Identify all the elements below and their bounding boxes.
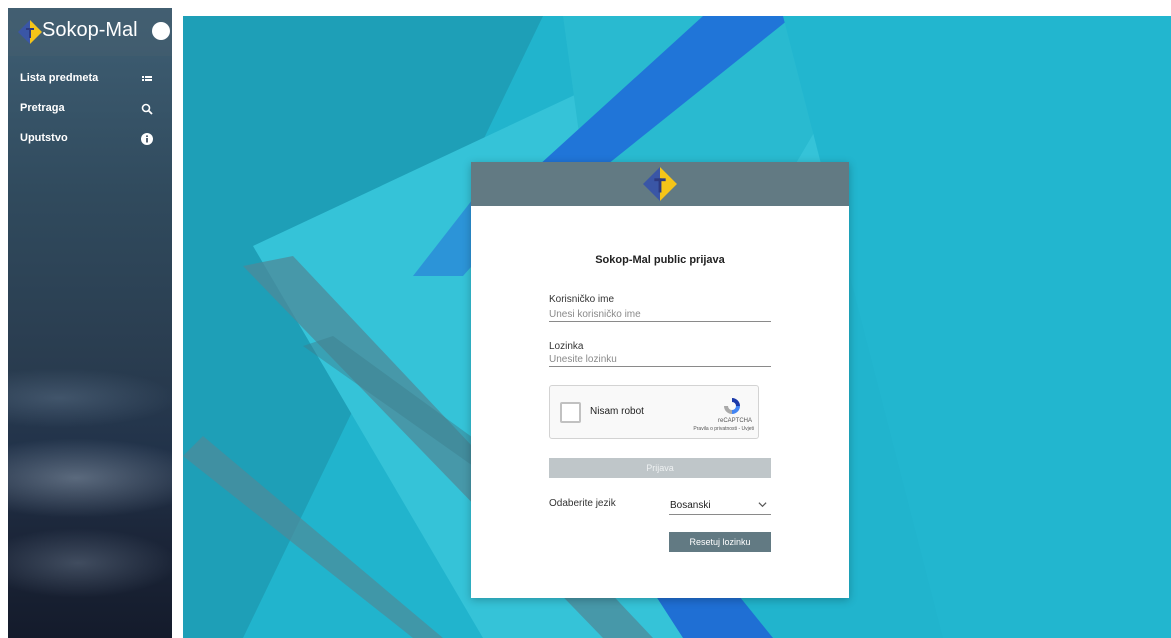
recaptcha-checkbox[interactable] xyxy=(560,402,581,423)
language-select[interactable]: Bosanski xyxy=(669,496,771,515)
sidebar-bg-highlight xyxy=(8,438,172,518)
sidebar-item-label: Pretraga xyxy=(20,102,65,114)
sidebar-item-pretraga[interactable]: Pretraga xyxy=(8,94,172,124)
info-icon xyxy=(141,133,153,145)
brand-name[interactable]: Sokop-Mal xyxy=(42,19,138,42)
sidebar-item-lista-predmeta[interactable]: Lista predmeta xyxy=(8,64,172,94)
language-label: Odaberite jezik xyxy=(549,498,616,509)
sidebar-bg-highlight xyxy=(8,528,172,598)
password-label: Lozinka xyxy=(549,341,584,352)
recaptcha-widget: Nisam robot reCAPTCHA Pravila o privatno… xyxy=(549,385,759,439)
recaptcha-links[interactable]: Pravila o privatnosti - Uvjeti xyxy=(670,426,754,432)
username-label: Korisničko ime xyxy=(549,294,615,305)
list-icon xyxy=(142,76,152,81)
search-icon xyxy=(141,103,153,115)
toggle-dot-icon[interactable] xyxy=(152,22,170,40)
chevron-down-icon xyxy=(758,502,767,508)
language-value: Bosanski xyxy=(670,500,711,511)
login-button[interactable]: Prijava xyxy=(549,458,771,478)
reset-password-button[interactable]: Resetuj lozinku xyxy=(669,532,771,552)
password-input[interactable] xyxy=(549,352,771,367)
recaptcha-brand: reCAPTCHA xyxy=(717,418,752,424)
sidebar-header: Sokop-Mal xyxy=(8,8,172,56)
sidebar-nav: Lista predmeta Pretraga Uputstvo xyxy=(8,64,172,154)
sidebar: Sokop-Mal Lista predmeta Pretraga Uputst… xyxy=(8,8,172,638)
sidebar-item-label: Uputstvo xyxy=(20,132,68,144)
sidebar-item-uputstvo[interactable]: Uputstvo xyxy=(8,124,172,154)
logo-icon xyxy=(18,20,42,44)
sidebar-bg-highlight xyxy=(8,368,172,428)
card-header xyxy=(471,162,849,206)
sidebar-item-label: Lista predmeta xyxy=(20,72,99,84)
login-title: Sokop-Mal public prijava xyxy=(595,254,725,266)
recaptcha-icon xyxy=(724,398,740,414)
logo-icon xyxy=(643,167,677,201)
username-input[interactable] xyxy=(549,307,771,322)
recaptcha-label: Nisam robot xyxy=(590,406,644,417)
login-card: Sokop-Mal public prijava Korisničko ime … xyxy=(471,162,849,598)
